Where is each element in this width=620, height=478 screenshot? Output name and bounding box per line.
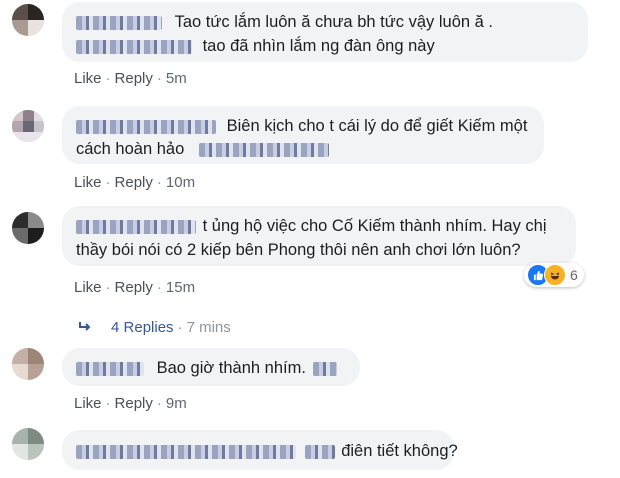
like-link[interactable]: Like [74, 395, 102, 412]
haha-icon [544, 264, 566, 286]
blurred-text [312, 361, 337, 376]
avatar[interactable] [12, 4, 44, 36]
separator-dot: · [156, 395, 162, 412]
separator-dot: · [156, 70, 162, 87]
commenter-name[interactable] [76, 444, 296, 459]
comment-text-line: tao đã nhìn lắm ng đàn ông này [202, 37, 435, 55]
separator-dot: · [156, 279, 162, 296]
blurred-text [76, 39, 192, 54]
comment-time[interactable]: 15m [166, 279, 195, 296]
separator-dot: · [156, 174, 162, 191]
separator-dot: · [177, 319, 183, 336]
comment-time[interactable]: 10m [166, 174, 195, 191]
commenter-name[interactable] [76, 361, 144, 376]
comment-time[interactable]: 9m [166, 395, 187, 412]
comment-text-line: Bao giờ thành nhím. [156, 359, 306, 377]
comment-time[interactable]: 5m [166, 70, 187, 87]
like-link[interactable]: Like [74, 279, 102, 296]
comment-text-line: t ủng hộ việc cho Cố Kiếm thành nhím. Ha… [202, 217, 547, 235]
reply-link[interactable]: Reply [115, 395, 153, 412]
separator-dot: · [105, 395, 111, 412]
avatar[interactable] [12, 212, 44, 244]
blurred-text [198, 142, 329, 157]
reply-arrow-icon [78, 316, 97, 336]
avatar[interactable] [12, 428, 44, 460]
avatar[interactable] [12, 348, 44, 380]
avatar[interactable] [12, 110, 44, 142]
like-link[interactable]: Like [74, 174, 102, 191]
comment-bubble: Tao tức lắm luôn ă chưa bh tức vậy luôn … [62, 2, 588, 62]
commenter-name[interactable] [76, 119, 216, 134]
comment-text-line: cách hoàn hảo [76, 140, 185, 158]
reply-link[interactable]: Reply [115, 174, 153, 191]
comment-bubble: điên tiết không? [62, 430, 458, 470]
replies-count-link[interactable]: 4 Replies [111, 319, 174, 336]
comment-text-line: Biên kịch cho t cái lý do để giết Kiếm m… [226, 117, 528, 135]
replies-time: 7 mins [186, 319, 231, 336]
reaction-count: 6 [570, 267, 578, 283]
commenter-name[interactable] [76, 15, 162, 30]
separator-dot: · [105, 174, 111, 191]
comment-text-line: thầy bói nói có 2 kiếp bên Phong thôi nê… [76, 241, 521, 259]
reactions-badge[interactable]: 6 [524, 263, 584, 287]
reply-link[interactable]: Reply [115, 70, 153, 87]
comment-bubble: t ủng hộ việc cho Cố Kiếm thành nhím. Ha… [62, 206, 576, 266]
separator-dot: · [105, 70, 111, 87]
comment-text-line: điên tiết không? [341, 442, 458, 460]
separator-dot: · [105, 279, 111, 296]
like-link[interactable]: Like [74, 70, 102, 87]
reply-link[interactable]: Reply [115, 279, 153, 296]
comment-text-line: Tao tức lắm luôn ă chưa bh tức vậy luôn … [174, 13, 493, 31]
commenter-name[interactable] [76, 219, 196, 234]
comment-bubble: Bao giờ thành nhím. [62, 348, 360, 386]
view-replies[interactable]: 4 Replies · 7 mins [78, 316, 231, 337]
blurred-text [304, 444, 335, 459]
comment-bubble: Biên kịch cho t cái lý do để giết Kiếm m… [62, 106, 544, 164]
